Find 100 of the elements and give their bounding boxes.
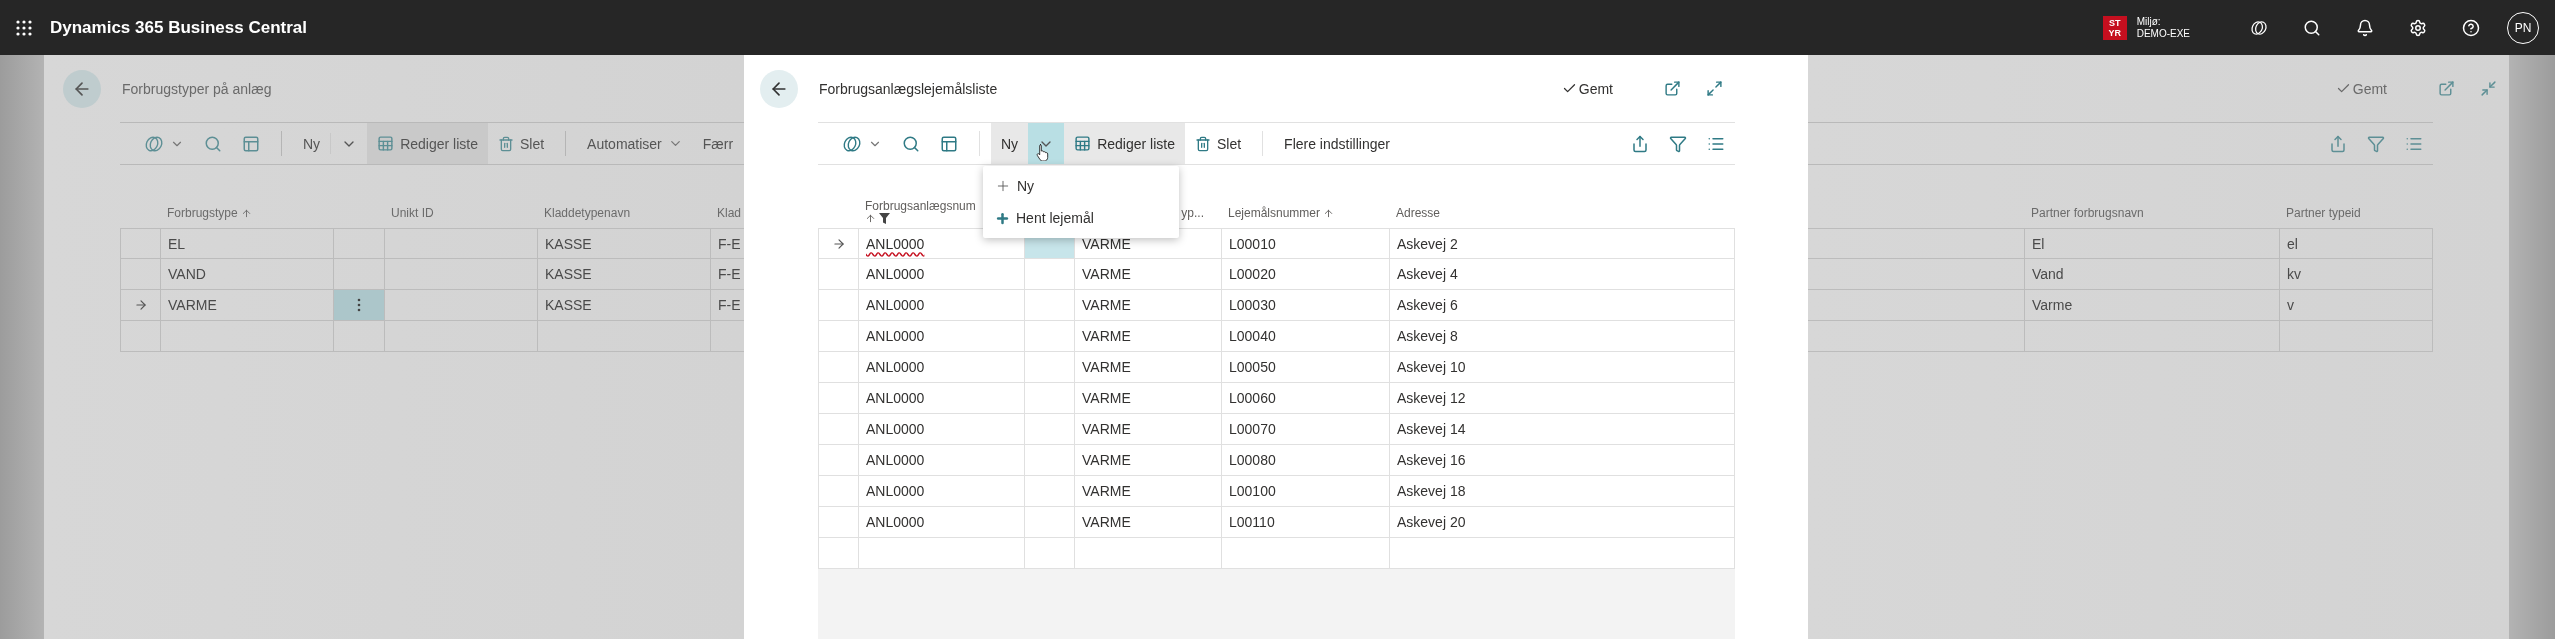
column-header[interactable]: Partner typeid: [2286, 206, 2361, 220]
automate-menu-button[interactable]: Automatiser: [577, 123, 693, 164]
table-cell: ANL0000: [859, 259, 1025, 290]
row-indicator-cell: [818, 290, 859, 321]
share-icon: [1631, 134, 1649, 153]
table-cell: KASSE: [538, 228, 711, 259]
current-row-icon: [831, 236, 846, 251]
column-header[interactable]: Unikt ID: [391, 206, 434, 220]
row-indicator-cell: [818, 352, 859, 383]
row-actions-cell[interactable]: [1025, 259, 1075, 290]
table-cell: ANL0000: [859, 352, 1025, 383]
row-indicator-cell: [120, 228, 161, 259]
table-cell: L00070: [1222, 414, 1390, 445]
new-button[interactable]: Ny: [293, 123, 331, 164]
row-indicator-cell: [818, 476, 859, 507]
table-cell: L00050: [1222, 352, 1390, 383]
table-cell: v: [2280, 290, 2433, 321]
table-edit-icon: [377, 135, 395, 152]
sort-ascending-icon: [240, 207, 252, 219]
table-cell: Askevej 16: [1390, 445, 1735, 476]
dialog-title: Forbrugsanlægslejemålsliste: [819, 80, 998, 97]
search-icon: [902, 134, 920, 153]
table-cell: KASSE: [538, 259, 711, 290]
collapse-icon: [2479, 80, 2497, 97]
table-cell: Askevej 18: [1390, 476, 1735, 507]
row-actions-cell[interactable]: [1025, 476, 1075, 507]
save-status: Gemt: [1561, 80, 1613, 97]
table-cell: Vand: [2025, 259, 2280, 290]
table-cell: VARME: [1075, 476, 1222, 507]
column-header[interactable]: Kladdetypenavn: [544, 206, 631, 220]
row-indicator-cell: [818, 383, 859, 414]
current-row-icon: [133, 298, 148, 312]
table-cell: Askevej 6: [1390, 290, 1735, 321]
save-status: Gemt: [2335, 80, 2387, 97]
column-header[interactable]: Klad: [717, 206, 742, 220]
table-cell: VARME: [1075, 290, 1222, 321]
column-header[interactable]: Partner forbrugsnavn: [2031, 206, 2144, 220]
back-button[interactable]: [63, 69, 101, 108]
delete-button[interactable]: Slet: [1184, 123, 1252, 164]
column-header[interactable]: Adresse: [1396, 206, 1441, 220]
menu-item[interactable]: Ny: [983, 170, 1179, 202]
row-indicator-cell: [818, 445, 859, 476]
open-in-new-window-icon: [2437, 80, 2455, 97]
plus-icon: [995, 210, 1010, 226]
new-button[interactable]: Ny: [991, 123, 1029, 164]
filter-icon: [2367, 134, 2385, 153]
row-actions-cell[interactable]: [1025, 383, 1075, 414]
more-options-icon[interactable]: [357, 298, 361, 312]
table-cell: L00110: [1222, 507, 1390, 538]
back-button[interactable]: [760, 69, 798, 108]
column-header[interactable]: Lejemålsnummer: [1228, 206, 1335, 220]
column-header[interactable]: Forbrugsanlægsnum: [865, 199, 976, 213]
copilot-icon: [842, 134, 862, 153]
table-cell: VARME: [1075, 507, 1222, 538]
row-actions-cell[interactable]: [334, 290, 385, 321]
row-actions-cell[interactable]: [1025, 445, 1075, 476]
row-actions-cell[interactable]: [1025, 352, 1075, 383]
table-cell: Askevej 20: [1390, 507, 1735, 538]
table-cell: L00100: [1222, 476, 1390, 507]
pointer-cursor-icon: [1036, 143, 1051, 161]
expand-icon: [1705, 80, 1723, 97]
app-launcher-icon[interactable]: [16, 19, 32, 36]
trash-icon: [1194, 135, 1211, 152]
table-cell: ANL0000: [859, 445, 1025, 476]
table-cell: ANL0000: [859, 290, 1025, 321]
plus-icon: [995, 178, 1011, 194]
share-icon: [2329, 134, 2347, 153]
layout-icon: [242, 134, 260, 153]
new-dropdown-button[interactable]: [1028, 123, 1065, 164]
menu-item[interactable]: Hent lejemål: [983, 202, 1179, 234]
table-cell: VARME: [1075, 383, 1222, 414]
table-cell: Askevej 8: [1390, 321, 1735, 352]
copilot-icon: [144, 134, 164, 153]
row-actions-cell[interactable]: [1025, 507, 1075, 538]
table-cell: el: [2280, 228, 2433, 259]
trash-icon: [497, 135, 514, 152]
table-cell: VARME: [1075, 352, 1222, 383]
table-cell: Varme: [2025, 290, 2280, 321]
column-header[interactable]: yp...: [1181, 206, 1204, 220]
search-icon: [204, 134, 222, 153]
more-options-button[interactable]: Færr: [692, 123, 744, 164]
environment-label: Miljø:: [2136, 15, 2162, 28]
table-cell: L00080: [1222, 445, 1390, 476]
delete-button[interactable]: Slet: [487, 123, 555, 164]
row-actions-cell[interactable]: [334, 228, 385, 259]
sort-ascending-icon: [1323, 207, 1335, 219]
more-options-button[interactable]: Flere indstillinger: [1274, 123, 1400, 164]
table-cell: EL: [161, 228, 334, 259]
table-cell: Askevej 14: [1390, 414, 1735, 445]
column-header[interactable]: Forbrugstype: [167, 206, 252, 220]
page-title: Forbrugstyper på anlæg: [122, 80, 272, 97]
row-actions-cell[interactable]: [1025, 414, 1075, 445]
table-cell: ANL0000: [859, 507, 1025, 538]
edit-list-button[interactable]: Rediger liste: [367, 123, 488, 164]
table-edit-icon: [1074, 135, 1092, 152]
row-actions-cell[interactable]: [1025, 290, 1075, 321]
edit-list-button[interactable]: Rediger liste: [1064, 123, 1185, 164]
row-actions-cell[interactable]: [1025, 321, 1075, 352]
table-cell: L00030: [1222, 290, 1390, 321]
row-indicator-cell: [818, 321, 859, 352]
